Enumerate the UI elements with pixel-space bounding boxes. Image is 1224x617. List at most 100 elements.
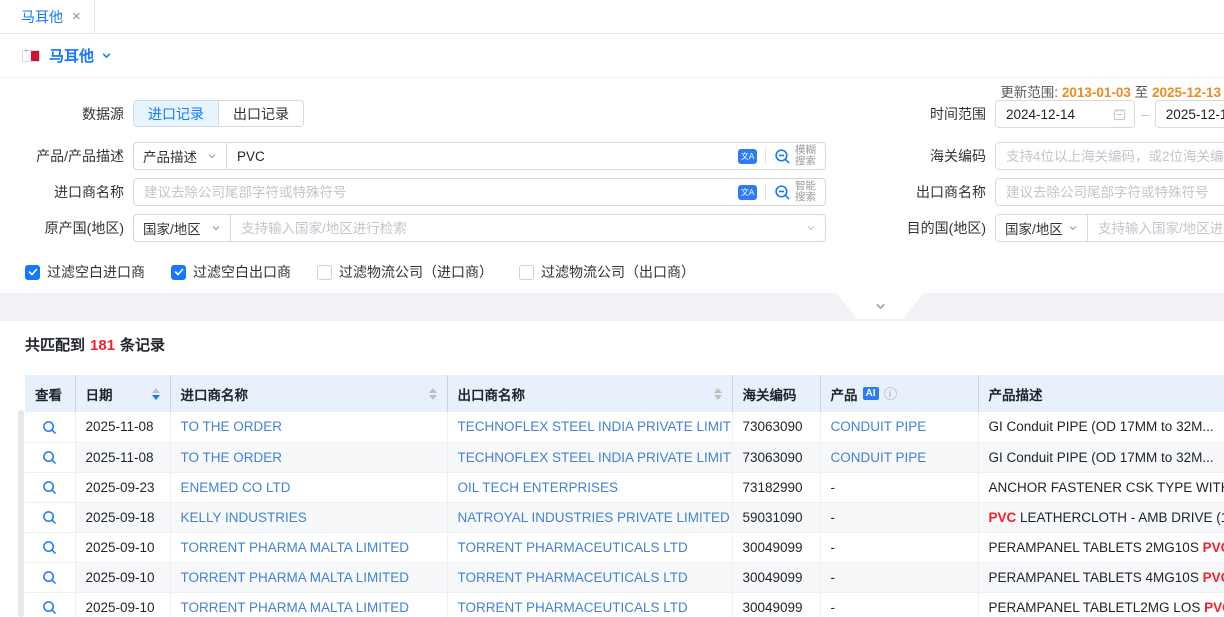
destination-country-group: 国家/地区	[995, 214, 1224, 242]
tab-malta[interactable]: 马耳他 ×	[8, 0, 95, 33]
fuzzy-search-toggle[interactable]: 模糊搜索	[766, 145, 825, 167]
checkbox-icon	[25, 265, 40, 280]
end-date-input[interactable]: 2025-12-13	[1155, 100, 1224, 128]
product-keyword-input[interactable]	[227, 143, 738, 169]
view-record-button[interactable]	[42, 540, 57, 555]
header-view: 查看	[25, 375, 75, 412]
destination-country-input[interactable]	[1088, 215, 1224, 241]
view-record-button[interactable]	[42, 600, 57, 615]
search-icon	[42, 600, 57, 615]
sort-icon-date[interactable]	[152, 388, 160, 400]
tab-import-records[interactable]: 进口记录	[134, 101, 218, 126]
checkbox-filter-logistics-importer[interactable]: 过滤物流公司（进口商）	[317, 262, 493, 282]
tab-export-records[interactable]: 出口记录	[218, 101, 303, 126]
exporter-link[interactable]: TORRENT PHARMACEUTICALS LTD	[458, 570, 688, 585]
view-record-button[interactable]	[42, 450, 57, 465]
translate-icon[interactable]: 文A	[738, 149, 757, 164]
product-search-group: 产品描述 文A 模糊搜索	[133, 142, 826, 170]
match-count: 181	[90, 337, 115, 354]
checkbox-filter-blank-exporter[interactable]: 过滤空白出口商	[171, 262, 291, 282]
importer-link[interactable]: TO THE ORDER	[181, 419, 283, 434]
description-text: PERAMPANEL TABLETL2MG LOS	[989, 600, 1205, 615]
description-cell: ANCHOR FASTENER CSK TYPE WITH ...	[978, 472, 1224, 502]
country-row: 马耳他	[0, 34, 1224, 78]
product-cell: CONDUIT PIPE	[820, 442, 978, 472]
info-icon[interactable]: i	[884, 387, 897, 400]
hs-code-cell: 30049099	[732, 562, 820, 592]
chevron-down-icon	[806, 223, 816, 233]
checkbox-icon	[171, 265, 186, 280]
description-cell: PERAMPANEL TABLETS 4MG10S PVC...	[978, 562, 1224, 592]
view-record-button[interactable]	[42, 480, 57, 495]
view-record-button[interactable]	[42, 570, 57, 585]
start-date-input[interactable]: 2024-12-14	[995, 100, 1135, 128]
chevron-down-icon	[874, 300, 887, 313]
description-text: GI Conduit PIPE (OD 17MM to 32M...	[989, 419, 1214, 434]
chevron-down-icon	[211, 223, 221, 233]
records-table: 查看 日期 进口商名称 出口商名称	[25, 375, 1224, 617]
importer-link[interactable]: TORRENT PHARMA MALTA LIMITED	[181, 540, 410, 555]
hs-code-cell: 73063090	[732, 412, 820, 442]
importer-link[interactable]: KELLY INDUSTRIES	[181, 510, 307, 525]
ai-badge: AI	[863, 387, 879, 400]
product-link[interactable]: CONDUIT PIPE	[831, 419, 927, 434]
exporter-link[interactable]: TORRENT PHARMACEUTICALS LTD	[458, 600, 688, 615]
hs-code-cell: 59031090	[732, 502, 820, 532]
search-icon	[42, 510, 57, 525]
destination-mode-select[interactable]: 国家/地区	[996, 215, 1088, 241]
translate-icon[interactable]: 文A	[738, 185, 757, 200]
filter-checkbox-row: 过滤空白进口商 过滤空白出口商 过滤物流公司（进口商） 过滤物流公司（出口商）	[25, 262, 695, 282]
origin-country-group: 国家/地区	[133, 214, 826, 242]
collapse-panel-button[interactable]	[836, 293, 924, 319]
description-cell: PVC LEATHERCLOTH - AMB DRIVE (1...	[978, 502, 1224, 532]
exporter-link[interactable]: NATROYAL INDUSTRIES PRIVATE LIMITED	[458, 510, 730, 525]
importer-link[interactable]: TORRENT PHARMA MALTA LIMITED	[181, 600, 410, 615]
hs-code-cell: 73063090	[732, 442, 820, 472]
chevron-down-icon[interactable]	[101, 50, 112, 61]
origin-country-input[interactable]	[231, 215, 806, 241]
search-minus-icon	[774, 184, 791, 201]
destination-country-label: 目的国(地区)	[902, 218, 986, 238]
sort-icon-exporter[interactable]	[714, 388, 722, 400]
product-cell: -	[820, 502, 978, 532]
description-text: PERAMPANEL TABLETS 2MG10S	[989, 540, 1203, 555]
smart-search-toggle[interactable]: 智能搜索	[766, 181, 825, 203]
product-mode-select[interactable]: 产品描述	[134, 143, 227, 169]
sort-icon-importer[interactable]	[429, 388, 437, 400]
origin-mode-select[interactable]: 国家/地区	[134, 215, 231, 241]
importer-name-input[interactable]	[134, 179, 738, 205]
product-link[interactable]: CONDUIT PIPE	[831, 450, 927, 465]
date-cell: 2025-09-10	[75, 532, 170, 562]
country-name: 马耳他	[49, 45, 94, 66]
update-range-from: 2013-01-03	[1062, 85, 1131, 100]
search-icon	[42, 570, 57, 585]
checkbox-icon	[317, 265, 332, 280]
table-row: 2025-09-10 TORRENT PHARMA MALTA LIMITED …	[25, 592, 1224, 617]
keyword-highlight: PVC	[989, 510, 1017, 525]
malta-flag-icon	[22, 50, 40, 62]
importer-link[interactable]: ENEMED CO LTD	[181, 480, 291, 495]
hs-code-input[interactable]	[995, 142, 1224, 170]
view-record-button[interactable]	[42, 420, 57, 435]
checkbox-filter-logistics-exporter[interactable]: 过滤物流公司（出口商）	[519, 262, 695, 282]
chevron-down-icon	[207, 151, 217, 161]
tab-bar: 马耳他 ×	[0, 0, 1224, 34]
importer-link[interactable]: TO THE ORDER	[181, 450, 283, 465]
exporter-link[interactable]: OIL TECH ENTERPRISES	[458, 480, 619, 495]
checkbox-icon	[519, 265, 534, 280]
calendar-icon	[1113, 108, 1126, 121]
exporter-link[interactable]: TECHNOFLEX STEEL INDIA PRIVATE LIMITED	[458, 450, 733, 465]
view-record-button[interactable]	[42, 510, 57, 525]
exporter-link[interactable]: TORRENT PHARMACEUTICALS LTD	[458, 540, 688, 555]
vertical-scrollbar[interactable]	[18, 410, 24, 617]
exporter-name-input[interactable]	[995, 178, 1224, 206]
description-cell: PERAMPANEL TABLETS 2MG10S PVC...	[978, 532, 1224, 562]
importer-link[interactable]: TORRENT PHARMA MALTA LIMITED	[181, 570, 410, 585]
checkbox-filter-blank-importer[interactable]: 过滤空白进口商	[25, 262, 145, 282]
search-icon	[42, 420, 57, 435]
table-row: 2025-09-23 ENEMED CO LTD OIL TECH ENTERP…	[25, 472, 1224, 502]
close-icon[interactable]: ×	[72, 9, 81, 24]
exporter-link[interactable]: TECHNOFLEX STEEL INDIA PRIVATE LIMITED	[458, 419, 733, 434]
table-row: 2025-09-18 KELLY INDUSTRIES NATROYAL IND…	[25, 502, 1224, 532]
header-exporter: 出口商名称	[447, 375, 732, 412]
